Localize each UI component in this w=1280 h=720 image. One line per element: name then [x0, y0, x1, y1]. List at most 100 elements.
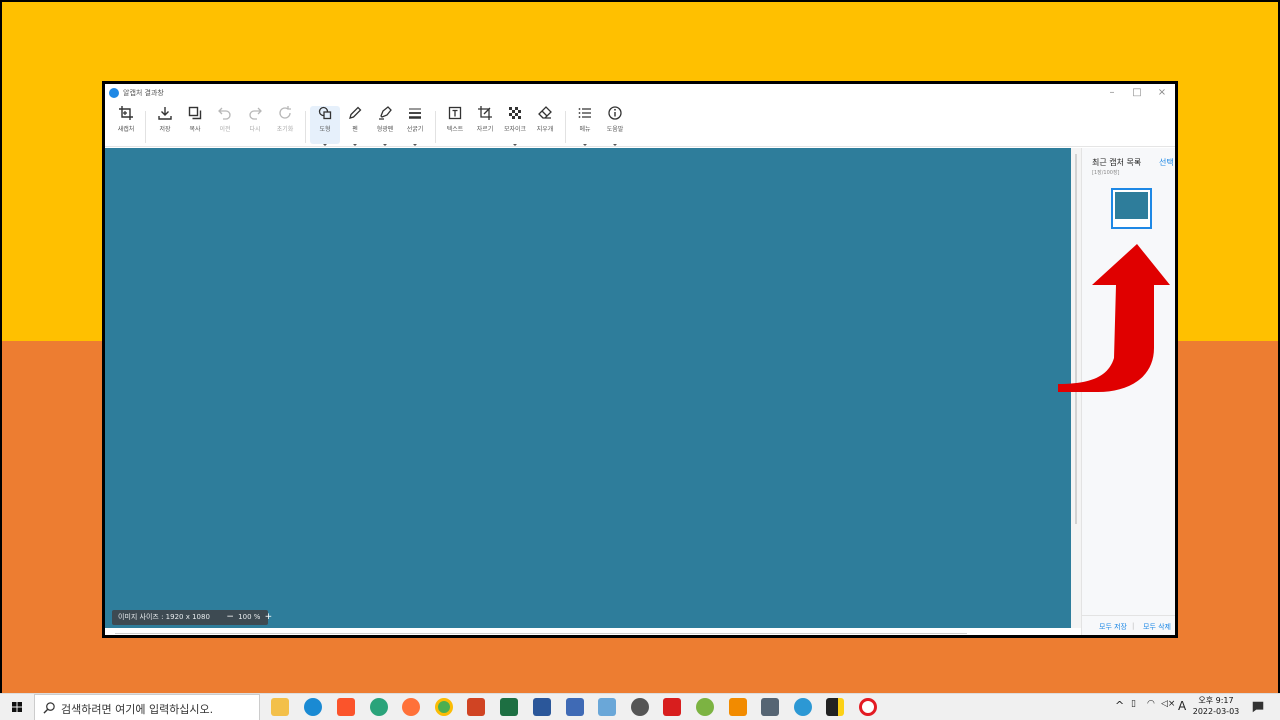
mosaic-label: 모자이크: [503, 126, 527, 133]
new-capture-label: 새캡처: [117, 126, 135, 133]
ime-indicator[interactable]: A: [1178, 699, 1186, 713]
zoom-level: 100 %: [238, 613, 261, 621]
app-green-icon[interactable]: [370, 698, 388, 716]
sticky-notes-icon[interactable]: [826, 698, 844, 716]
app-logo-icon: [109, 88, 119, 98]
redo-button[interactable]: 다시: [240, 106, 270, 144]
horizontal-scroll-thumb[interactable]: [115, 633, 967, 634]
crop-tool-button[interactable]: 자르기: [470, 106, 500, 144]
text-tool-button[interactable]: 텍스트: [440, 106, 470, 144]
help-button[interactable]: 도움말: [600, 106, 630, 146]
chevron-up-icon[interactable]: ^: [1115, 699, 1124, 712]
window-title: 알캡처 결과창: [123, 89, 164, 97]
maximize-button[interactable]: □: [1126, 85, 1148, 101]
firefox-icon[interactable]: [402, 698, 420, 716]
horizontal-scrollbar[interactable]: [105, 628, 1081, 635]
capture-thumbnail[interactable]: [1111, 188, 1152, 229]
crop-icon: [478, 106, 492, 120]
save-button[interactable]: 저장: [150, 106, 180, 144]
copy-button[interactable]: 복사: [180, 106, 210, 144]
help-label: 도움말: [606, 126, 624, 133]
capture-result-window: 알캡처 결과창 – □ × 새캡처 저장 복사 이전 다시 초기화 도형 펜 형…: [102, 81, 1178, 638]
opera-icon[interactable]: [859, 698, 877, 716]
clock-time: 오후 9:17: [1198, 696, 1234, 705]
crop-label: 자르기: [476, 126, 494, 133]
close-button[interactable]: ×: [1151, 85, 1173, 101]
calculator-icon[interactable]: [761, 698, 779, 716]
red-curved-arrow-icon: [1058, 244, 1170, 392]
capture-count: [1장/100장]: [1092, 170, 1120, 176]
reset-label: 초기화: [276, 126, 294, 133]
edge-icon[interactable]: [304, 698, 322, 716]
chevron-down-icon: [323, 144, 327, 146]
app-se-icon[interactable]: [663, 698, 681, 716]
download-icon: [158, 107, 172, 120]
clock-date: 2022-03-03: [1192, 707, 1240, 716]
reset-button[interactable]: 초기화: [270, 106, 300, 144]
app-search-icon[interactable]: [631, 698, 649, 716]
menu-button[interactable]: 메뉴: [570, 106, 600, 146]
shape-tool-button[interactable]: 도형: [310, 106, 340, 146]
notification-icon[interactable]: [1251, 700, 1265, 714]
copy-label: 복사: [189, 126, 201, 133]
highlighter-icon: [379, 106, 392, 120]
app-remote-icon[interactable]: [598, 698, 616, 716]
brave-icon[interactable]: [337, 698, 355, 716]
shape-icon: [318, 106, 332, 120]
select-link[interactable]: 선택: [1159, 157, 1174, 168]
battery-icon[interactable]: ▯: [1131, 699, 1136, 709]
thumbnail-strip: [1115, 219, 1148, 225]
toolbar-divider: [565, 111, 566, 143]
chevron-down-icon: [413, 144, 417, 146]
highlighter-tool-button[interactable]: 형광펜: [370, 106, 400, 146]
mosaic-tool-button[interactable]: 모자이크: [500, 106, 530, 146]
powerpoint-icon[interactable]: [467, 698, 485, 716]
vlc-icon[interactable]: [729, 698, 747, 716]
eraser-icon: [538, 106, 552, 119]
taskbar-clock[interactable]: 오후 9:17 2022-03-03: [1192, 695, 1240, 717]
save-label: 저장: [159, 126, 171, 133]
pen-tool-button[interactable]: 펜: [340, 106, 370, 146]
chevron-down-icon: [353, 144, 357, 146]
edge-beta-icon[interactable]: [794, 698, 812, 716]
zoom-in-button[interactable]: +: [265, 610, 273, 625]
speaker-muted-icon[interactable]: ◁×: [1161, 699, 1175, 709]
line-width-icon: [409, 108, 421, 119]
start-button[interactable]: [0, 694, 34, 720]
sidebar-divider: [1082, 615, 1175, 616]
image-status-bar: 이미지 사이즈 : 1920 x 1080 − 100 % +: [112, 610, 272, 625]
delete-all-link[interactable]: 모두 삭제: [1143, 622, 1171, 632]
taskbar-search-box[interactable]: 검색하려면 여기에 입력하십시오.: [34, 694, 260, 720]
redo-icon: [249, 107, 262, 120]
pen-icon: [349, 106, 362, 119]
undo-button[interactable]: 이전: [210, 106, 240, 144]
chrome-icon[interactable]: [435, 698, 453, 716]
copy-icon: [188, 106, 202, 120]
app-h-icon[interactable]: [566, 698, 584, 716]
chevron-down-icon: [583, 144, 587, 146]
new-capture-button[interactable]: 새캡처: [111, 106, 141, 144]
pen-label: 펜: [352, 126, 358, 133]
excel-icon[interactable]: [500, 698, 518, 716]
info-icon: [608, 106, 622, 120]
app-android-icon[interactable]: [696, 698, 714, 716]
image-size-text: 이미지 사이즈 : 1920 x 1080: [118, 613, 210, 621]
search-icon: [43, 702, 55, 714]
undo-icon: [218, 107, 231, 120]
toolbar: 새캡처 저장 복사 이전 다시 초기화 도형 펜 형광펜 선굵기 텍스트 자르기…: [105, 102, 1175, 147]
file-explorer-icon[interactable]: [271, 698, 289, 716]
zoom-out-button[interactable]: −: [226, 610, 234, 625]
text-icon: [448, 106, 462, 120]
wifi-icon[interactable]: ◠: [1147, 699, 1155, 709]
eraser-tool-button[interactable]: 지우개: [530, 106, 560, 144]
minimize-button[interactable]: –: [1101, 85, 1123, 101]
chevron-down-icon: [513, 144, 517, 146]
windows-logo-icon: [12, 702, 22, 712]
refresh-icon: [279, 106, 291, 119]
eraser-label: 지우개: [536, 126, 554, 133]
list-menu-icon: [578, 108, 591, 118]
word-icon[interactable]: [533, 698, 551, 716]
line-width-button[interactable]: 선굵기: [400, 106, 430, 146]
image-canvas[interactable]: [105, 148, 1071, 628]
save-all-link[interactable]: 모두 저장: [1099, 622, 1127, 632]
